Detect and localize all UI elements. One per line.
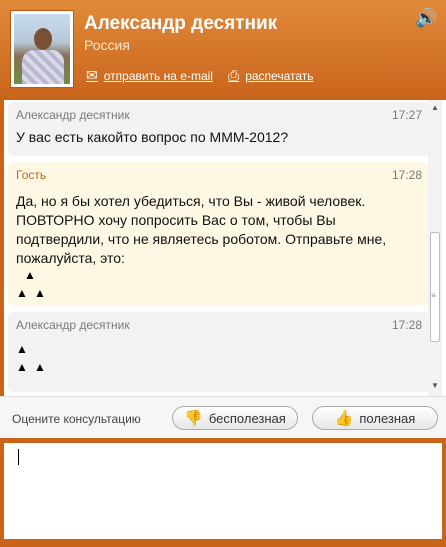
useful-button[interactable]: 👍 полезная bbox=[312, 406, 438, 430]
message-line: пожалуйста, это: bbox=[16, 250, 125, 266]
message-sender: Александр десятник bbox=[16, 108, 130, 122]
message-text: Да, но я бы хотел убедиться, что Вы - жи… bbox=[16, 192, 386, 268]
chat-header: Александр десятник Россия 🔊 ✉ отправить … bbox=[0, 0, 446, 100]
message-time: 17:28 bbox=[391, 168, 422, 182]
useful-button-label: полезная bbox=[359, 410, 416, 426]
message-line: ПОВТОРНО хочу попросить Вас о том, чтобы… bbox=[16, 212, 336, 228]
email-link-label[interactable]: отправить на e-mail bbox=[104, 69, 213, 83]
scroll-thumb[interactable] bbox=[430, 232, 440, 342]
message-line: Да, но я бы хотел убедиться, что Вы - жи… bbox=[16, 193, 366, 209]
print-link[interactable]: ⎙ распечатать bbox=[228, 67, 314, 84]
envelope-icon: ✉ bbox=[86, 67, 98, 83]
chat-scrollbar[interactable]: ▲ ≡ ▼ bbox=[428, 100, 442, 396]
message-guest: Гость 17:28 Да, но я бы хотел убедиться,… bbox=[8, 162, 430, 306]
avatar bbox=[10, 10, 74, 88]
thumbs-up-icon: 👍 bbox=[334, 410, 354, 427]
thumbs-down-icon: 👎 bbox=[184, 410, 203, 427]
triangle-icon: ▲ bbox=[16, 286, 28, 300]
triangle-icon: ▲ bbox=[24, 268, 36, 282]
grip-icon: ≡ bbox=[431, 291, 436, 300]
scroll-down-icon[interactable]: ▼ bbox=[431, 381, 439, 390]
consultant-name: Александр десятник bbox=[84, 13, 278, 34]
printer-icon: ⎙ bbox=[228, 67, 240, 83]
message-text: У вас есть какойто вопрос по МММ-2012? bbox=[16, 129, 289, 145]
print-link-label[interactable]: распечатать bbox=[245, 69, 313, 83]
rating-bar: Оцените консультацию 👎 бесполезная 👍 пол… bbox=[0, 396, 446, 439]
message-agent-1: Александр десятник 17:27 У вас есть како… bbox=[8, 102, 430, 156]
triangle-icon: ▲ bbox=[34, 286, 46, 300]
text-caret bbox=[18, 449, 19, 465]
useless-button-label: бесполезная bbox=[208, 410, 286, 426]
message-time: 17:27 bbox=[391, 108, 422, 122]
chat-log: Александр десятник 17:27 У вас есть како… bbox=[0, 100, 446, 396]
triangle-icon: ▲ bbox=[16, 342, 28, 356]
scroll-up-icon[interactable]: ▲ bbox=[431, 103, 439, 112]
footer-bar bbox=[0, 539, 446, 547]
message-sender: Александр десятник bbox=[16, 318, 130, 332]
triangle-icon: ▲ bbox=[16, 360, 28, 374]
message-input[interactable] bbox=[0, 443, 446, 539]
message-time: 17:28 bbox=[391, 318, 422, 332]
consultant-country: Россия bbox=[84, 37, 130, 53]
message-agent-2: Александр десятник 17:28 ▲ ▲ ▲ bbox=[8, 312, 430, 392]
triangle-icon: ▲ bbox=[34, 360, 46, 374]
rating-label: Оцените консультацию bbox=[12, 412, 141, 426]
useless-button[interactable]: 👎 бесполезная bbox=[172, 406, 298, 430]
message-line: подтвердили, что не являетесь роботом. О… bbox=[16, 231, 387, 247]
speaker-icon[interactable]: 🔊 bbox=[415, 8, 437, 29]
email-link[interactable]: ✉ отправить на e-mail bbox=[86, 67, 213, 84]
message-sender: Гость bbox=[16, 168, 47, 182]
